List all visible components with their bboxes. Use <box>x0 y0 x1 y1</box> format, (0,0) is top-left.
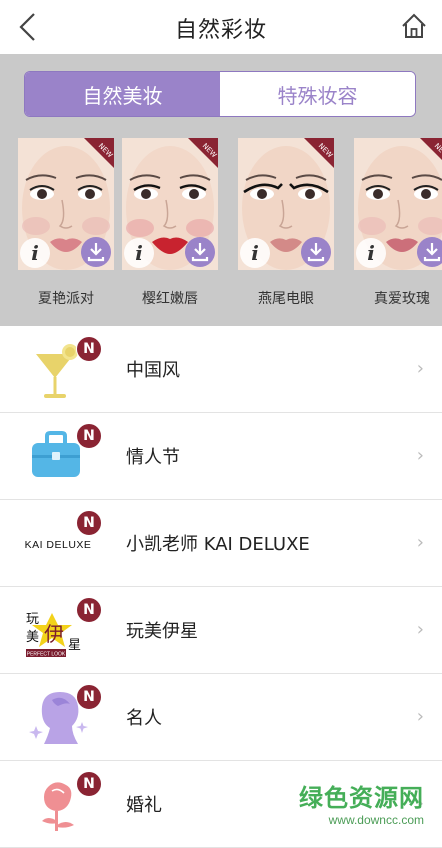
watermark-title: 绿色资源网 <box>299 784 424 812</box>
download-icon[interactable] <box>184 236 216 268</box>
info-icon[interactable]: i <box>124 238 154 268</box>
svg-text:星: 星 <box>68 638 81 653</box>
list-item-kai-deluxe[interactable]: KAI DELUXE N 小凯老师 KAI DELUXE › <box>0 500 442 587</box>
new-ribbon: NEW <box>84 138 114 168</box>
chevron-right-icon: › <box>416 445 424 466</box>
info-icon[interactable]: i <box>356 238 386 268</box>
top-bar: 自然彩妆 <box>0 0 442 55</box>
look-label: 樱红嫩唇 <box>142 291 198 307</box>
row-icon: N <box>22 682 102 752</box>
new-ribbon: NEW <box>420 138 442 160</box>
look-item[interactable]: NEW i 夏艳派对 <box>18 138 114 308</box>
look-item[interactable]: NEW i 樱红嫩唇 <box>122 138 218 308</box>
new-ribbon: NEW <box>304 138 334 168</box>
new-badge: N <box>76 771 102 797</box>
list-item-celebrity[interactable]: N 名人 › <box>0 674 442 761</box>
page-title: 自然彩妆 <box>174 18 267 43</box>
chevron-right-icon: › <box>416 532 424 553</box>
new-badge: N <box>76 336 102 362</box>
list-item-valentines[interactable]: N 情人节 › <box>0 413 442 500</box>
list-item-label: 情人节 <box>126 447 180 468</box>
segment-control: 自然美妆 特殊妆容 <box>24 71 416 117</box>
svg-text:玩: 玩 <box>26 612 39 627</box>
home-icon[interactable] <box>400 12 428 40</box>
look-label: 真爱玫瑰 <box>374 291 430 307</box>
look-label: 燕尾电眼 <box>258 291 314 307</box>
list-item-label: 玩美伊星 <box>126 621 198 642</box>
look-item[interactable]: NEW i 真爱玫瑰 <box>354 138 442 308</box>
svg-text:KAI DELUXE: KAI DELUXE <box>25 539 92 551</box>
chevron-right-icon: › <box>416 358 424 379</box>
new-badge: N <box>76 684 102 710</box>
new-ribbon: NEW <box>188 138 218 168</box>
look-thumbnail[interactable]: NEW i <box>18 138 114 270</box>
download-icon[interactable] <box>80 236 112 268</box>
new-badge: N <box>76 597 102 623</box>
makeup-panel: 自然美妆 特殊妆容 NEW i 夏艳派对 NEW i 樱红嫩唇 NEW i 燕尾… <box>0 54 442 326</box>
watermark-url: www.downcc.com <box>328 813 424 827</box>
look-thumbnail[interactable]: NEW i <box>238 138 334 270</box>
look-thumbnail[interactable]: NEW i <box>122 138 218 270</box>
list-item-perfect-look[interactable]: 玩 美 伊 星 PERFECT LOOK N 玩美伊星 › <box>0 587 442 674</box>
chevron-right-icon: › <box>416 619 424 640</box>
list-item-label: 婚礼 <box>126 795 162 816</box>
looks-carousel[interactable]: NEW i 夏艳派对 NEW i 樱红嫩唇 NEW i 燕尾电眼 NEW i 真… <box>0 138 442 324</box>
category-list: N 中国风 › N 情人节 › KAI DELUXE N 小凯老师 KAI DE… <box>0 326 442 848</box>
look-item[interactable]: NEW i 燕尾电眼 <box>238 138 334 308</box>
new-badge: N <box>76 423 102 449</box>
list-item-label: 名人 <box>126 708 162 729</box>
tab-natural-makeup[interactable]: 自然美妆 <box>25 72 220 116</box>
look-label: 夏艳派对 <box>38 291 94 307</box>
row-icon: 玩 美 伊 星 PERFECT LOOK N <box>22 595 102 665</box>
svg-text:PERFECT LOOK: PERFECT LOOK <box>27 652 66 658</box>
look-thumbnail[interactable]: NEW i <box>354 138 442 270</box>
svg-text:美: 美 <box>26 630 39 645</box>
row-icon: N <box>22 769 102 839</box>
tab-special-makeup[interactable]: 特殊妆容 <box>220 72 415 116</box>
new-badge: N <box>76 510 102 536</box>
list-item-label: 小凯老师 KAI DELUXE <box>126 534 310 555</box>
chevron-right-icon: › <box>416 706 424 727</box>
row-icon: KAI DELUXE N <box>22 508 102 578</box>
row-icon: N <box>22 421 102 491</box>
svg-text:伊: 伊 <box>44 622 64 646</box>
download-icon[interactable] <box>416 236 442 268</box>
info-icon[interactable]: i <box>20 238 50 268</box>
download-icon[interactable] <box>300 236 332 268</box>
watermark: 绿色资源网 www.downcc.com <box>299 778 424 827</box>
row-icon: N <box>22 334 102 404</box>
list-item-chinese-style[interactable]: N 中国风 › <box>0 326 442 413</box>
info-icon[interactable]: i <box>240 238 270 268</box>
list-item-label: 中国风 <box>126 360 180 381</box>
